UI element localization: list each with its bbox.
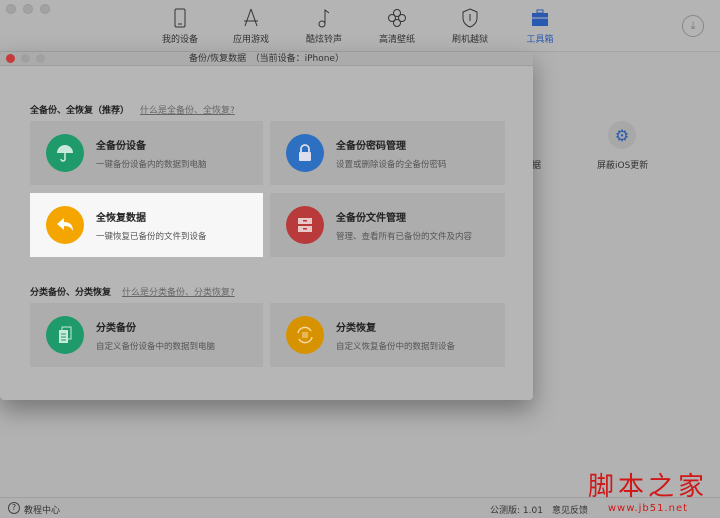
section-category-title: 分类备份、分类恢复 xyxy=(30,288,112,298)
version-label: 公测版: 1.01 xyxy=(490,506,543,516)
main-toolbar: 我的设备 应用游戏 酷炫铃声 高清壁纸 刷机越狱 工具箱 ⤓ xyxy=(0,0,720,52)
card-category-backup[interactable]: 分类备份 自定义备份设备中的数据到电脑 xyxy=(30,303,263,367)
music-note-icon xyxy=(318,9,330,28)
card-backup-password[interactable]: 全备份密码管理 设置或删除设备的全备份密码 xyxy=(270,121,505,185)
app-store-icon xyxy=(244,8,258,27)
ios-update-label[interactable]: 屏蔽iOS更新 xyxy=(597,158,648,171)
download-icon[interactable]: ⤓ xyxy=(682,15,704,37)
help-circle-icon[interactable]: ? xyxy=(8,502,20,514)
card-full-backup[interactable]: 全备份设备 一键备份设备内的数据到电脑 xyxy=(30,121,263,185)
section-full-title: 全备份、全恢复（推荐） xyxy=(30,106,130,116)
lock-icon xyxy=(286,134,324,172)
watermark: 脚本之家 www.jb51.net xyxy=(587,472,708,514)
minimize-button[interactable] xyxy=(23,4,33,14)
feedback-link[interactable]: 意见反馈 xyxy=(552,503,588,516)
card-full-restore[interactable]: 全恢复数据 一键恢复已备份的文件到设备 xyxy=(30,193,263,257)
backup-restore-dialog: 备份/恢复数据 （当前设备：iPhone） 全备份、全恢复（推荐） 什么是全备份… xyxy=(0,52,533,400)
umbrella-icon xyxy=(46,134,84,172)
nav-my-device[interactable]: 我的设备 xyxy=(150,8,210,45)
documents-icon xyxy=(46,316,84,354)
background-partial-text: 据 xyxy=(532,161,542,171)
nav-apps-games[interactable]: 应用游戏 xyxy=(221,8,281,45)
section-full-help-link[interactable]: 什么是全备份、全恢复? xyxy=(140,103,235,116)
shield-key-icon xyxy=(462,8,478,28)
dialog-titlebar: 备份/恢复数据 （当前设备：iPhone） xyxy=(0,52,533,66)
gear-icon[interactable]: ⚙ xyxy=(608,121,636,149)
window-controls xyxy=(6,4,50,14)
nav-wallpapers[interactable]: 高清壁纸 xyxy=(367,8,427,45)
dialog-zoom-button xyxy=(36,54,45,63)
clover-icon xyxy=(388,9,406,27)
section-category-help-link[interactable]: 什么是分类备份、分类恢复? xyxy=(122,285,235,298)
zoom-button[interactable] xyxy=(40,4,50,14)
card-backup-file-manager[interactable]: 全备份文件管理 管理、查看所有已备份的文件及内容 xyxy=(270,193,505,257)
file-cabinet-icon xyxy=(286,206,324,244)
sync-list-icon xyxy=(286,316,324,354)
toolbox-icon xyxy=(532,9,548,26)
close-button[interactable] xyxy=(6,4,16,14)
dialog-minimize-button xyxy=(21,54,30,63)
phone-icon xyxy=(174,8,186,28)
nav-ringtones[interactable]: 酷炫铃声 xyxy=(294,8,354,45)
nav-jailbreak[interactable]: 刷机越狱 xyxy=(440,8,500,45)
reply-arrow-icon xyxy=(46,206,84,244)
tutorial-center-link[interactable]: 教程中心 xyxy=(24,503,60,516)
dialog-close-button[interactable] xyxy=(6,54,15,63)
card-category-restore[interactable]: 分类恢复 自定义恢复备份中的数据到设备 xyxy=(270,303,505,367)
nav-toolbox[interactable]: 工具箱 xyxy=(510,8,570,45)
dialog-title: 备份/恢复数据 （当前设备：iPhone） xyxy=(189,54,344,64)
